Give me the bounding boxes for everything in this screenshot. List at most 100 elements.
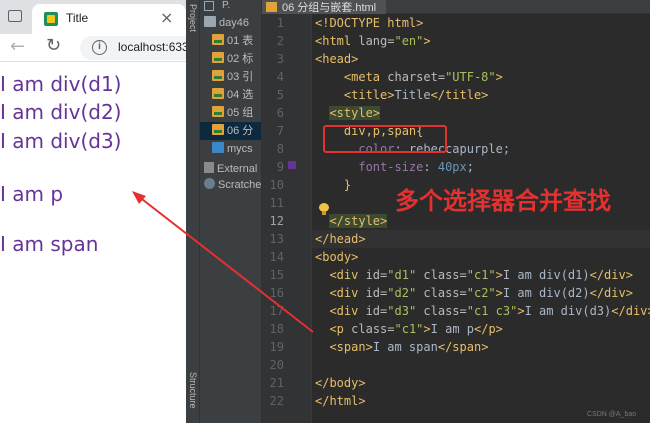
project-tool-button[interactable]: Project xyxy=(188,4,198,32)
browser-window: Title × ← ↻ i localhost:633 I am div(d1)… xyxy=(0,0,186,423)
project-view-selector[interactable]: P. xyxy=(222,0,230,11)
tool-window-strip: Project Structure xyxy=(186,0,200,423)
library-icon xyxy=(204,162,214,173)
line-number: 4 xyxy=(276,70,284,84)
tree-item[interactable]: 06 分 xyxy=(200,122,261,140)
tree-item[interactable]: 05 组 xyxy=(200,104,261,122)
editor-tab-bar: 06 分组与嵌套.html xyxy=(262,0,650,14)
code-editor: 06 分组与嵌套.html 1 2 3 4 5 6 7 8 9 10 11 12 13 14 15 16 17 1… xyxy=(262,0,650,423)
project-panel: P. day46 01 表 02 标 03 引 04 选 05 组 06 分 mycs Exte… xyxy=(200,0,262,423)
code-token: <html xyxy=(315,34,359,48)
code-area[interactable]: <!DOCTYPE html> <html lang="en"> <head> <m… xyxy=(312,14,650,423)
site-info-icon[interactable]: i xyxy=(92,40,107,55)
code-token: I am div(d1) xyxy=(502,268,590,282)
line-number: 10 xyxy=(269,178,284,192)
tree-item-label: Scratche xyxy=(218,179,262,191)
html-file-icon xyxy=(266,2,277,12)
code-token: "d3" xyxy=(387,304,424,318)
line-number: 22 xyxy=(269,394,284,408)
code-token: > xyxy=(517,304,525,318)
tree-item[interactable]: day46 xyxy=(200,14,261,32)
html-file-icon xyxy=(212,34,224,45)
rendered-p: I am p xyxy=(0,182,64,206)
code-line: <title>Title</title> xyxy=(315,86,489,104)
tree-item[interactable]: mycs xyxy=(200,140,261,158)
tree-item[interactable]: 02 标 xyxy=(200,50,261,68)
browser-tab[interactable]: Title × xyxy=(32,4,186,34)
url-text: localhost:633 xyxy=(118,40,186,54)
line-number: 21 xyxy=(269,376,284,390)
selector-highlight-box xyxy=(323,125,447,153)
reload-icon[interactable]: ↻ xyxy=(46,35,61,56)
code-token: class= xyxy=(423,286,467,300)
code-line: <meta charset="UTF-8"> xyxy=(315,68,503,86)
code-line: <div id="d3" class="c1 c3">I am div(d3)<… xyxy=(315,302,650,320)
html-file-icon xyxy=(212,88,224,99)
line-number-gutter[interactable]: 1 2 3 4 5 6 7 8 9 10 11 12 13 14 15 16 17 18 19 20 21 22 xyxy=(262,14,312,423)
color-swatch-icon[interactable] xyxy=(288,161,296,169)
code-token: <meta xyxy=(343,70,388,84)
line-number: 9 xyxy=(276,160,284,174)
code-token: id= xyxy=(365,304,388,318)
tree-item-label: 06 分 xyxy=(227,125,254,137)
editor-tab-06[interactable]: 06 分组与嵌套.html xyxy=(262,0,386,14)
line-number: 6 xyxy=(276,106,284,120)
tree-item[interactable]: 04 选 xyxy=(200,86,261,104)
tree-item-label: 04 选 xyxy=(227,89,254,101)
line-number: 7 xyxy=(276,124,284,138)
code-line: <html lang="en"> xyxy=(315,32,431,50)
code-line: <p class="c1">I am p</p> xyxy=(315,320,503,338)
html-file-icon xyxy=(212,124,224,135)
code-token: charset= xyxy=(387,70,446,84)
line-number: 13 xyxy=(269,232,284,246)
code-token: <style> xyxy=(329,106,381,120)
code-token: > xyxy=(495,286,503,300)
line-number: 15 xyxy=(269,268,284,282)
code-token: id= xyxy=(365,268,388,282)
tree-item[interactable]: 01 表 xyxy=(200,32,261,50)
tree-item-label: 01 表 xyxy=(227,35,254,47)
code-token: <div xyxy=(329,304,366,318)
tree-item[interactable]: Scratche xyxy=(200,176,262,194)
favicon-icon xyxy=(44,12,58,26)
line-number: 1 xyxy=(276,16,284,30)
code-token: font-size xyxy=(358,160,424,174)
code-token: > xyxy=(423,34,431,48)
structure-tool-button[interactable]: Structure xyxy=(188,372,198,409)
rendered-span: I am span xyxy=(0,232,99,256)
line-number: 14 xyxy=(269,250,284,264)
html-file-icon xyxy=(212,70,224,81)
tree-item-label: External xyxy=(217,163,258,175)
code-token: <p xyxy=(329,322,352,336)
tree-item[interactable]: 03 引 xyxy=(200,68,261,86)
code-token: </div> xyxy=(589,268,633,282)
scratch-icon xyxy=(204,178,215,189)
code-token: "en" xyxy=(394,34,424,48)
browser-toolbar: ← ↻ i localhost:633 xyxy=(0,34,186,62)
window-menu-icon[interactable] xyxy=(8,10,22,22)
tab-close-icon[interactable]: × xyxy=(160,8,173,27)
code-token: </body> xyxy=(315,376,366,390)
code-token: "c2" xyxy=(466,286,496,300)
code-token: </p> xyxy=(474,322,503,336)
code-token: </div> xyxy=(611,304,650,318)
project-view-icon[interactable] xyxy=(204,1,214,11)
code-token: I am div(d2) xyxy=(502,286,590,300)
line-number: 20 xyxy=(269,358,284,372)
back-arrow-icon[interactable]: ← xyxy=(10,36,25,57)
code-token: <div xyxy=(329,286,366,300)
lightbulb-icon[interactable] xyxy=(319,203,329,215)
code-token: Title xyxy=(394,88,431,102)
address-bar[interactable]: i localhost:633 xyxy=(80,36,186,60)
line-number: 11 xyxy=(269,196,284,210)
code-line: </html> xyxy=(315,392,366,410)
html-file-icon xyxy=(212,106,224,117)
code-token: : xyxy=(423,160,438,174)
code-token: </title> xyxy=(430,88,489,102)
code-token: <title> xyxy=(343,88,395,102)
code-token: I am span xyxy=(372,340,438,354)
